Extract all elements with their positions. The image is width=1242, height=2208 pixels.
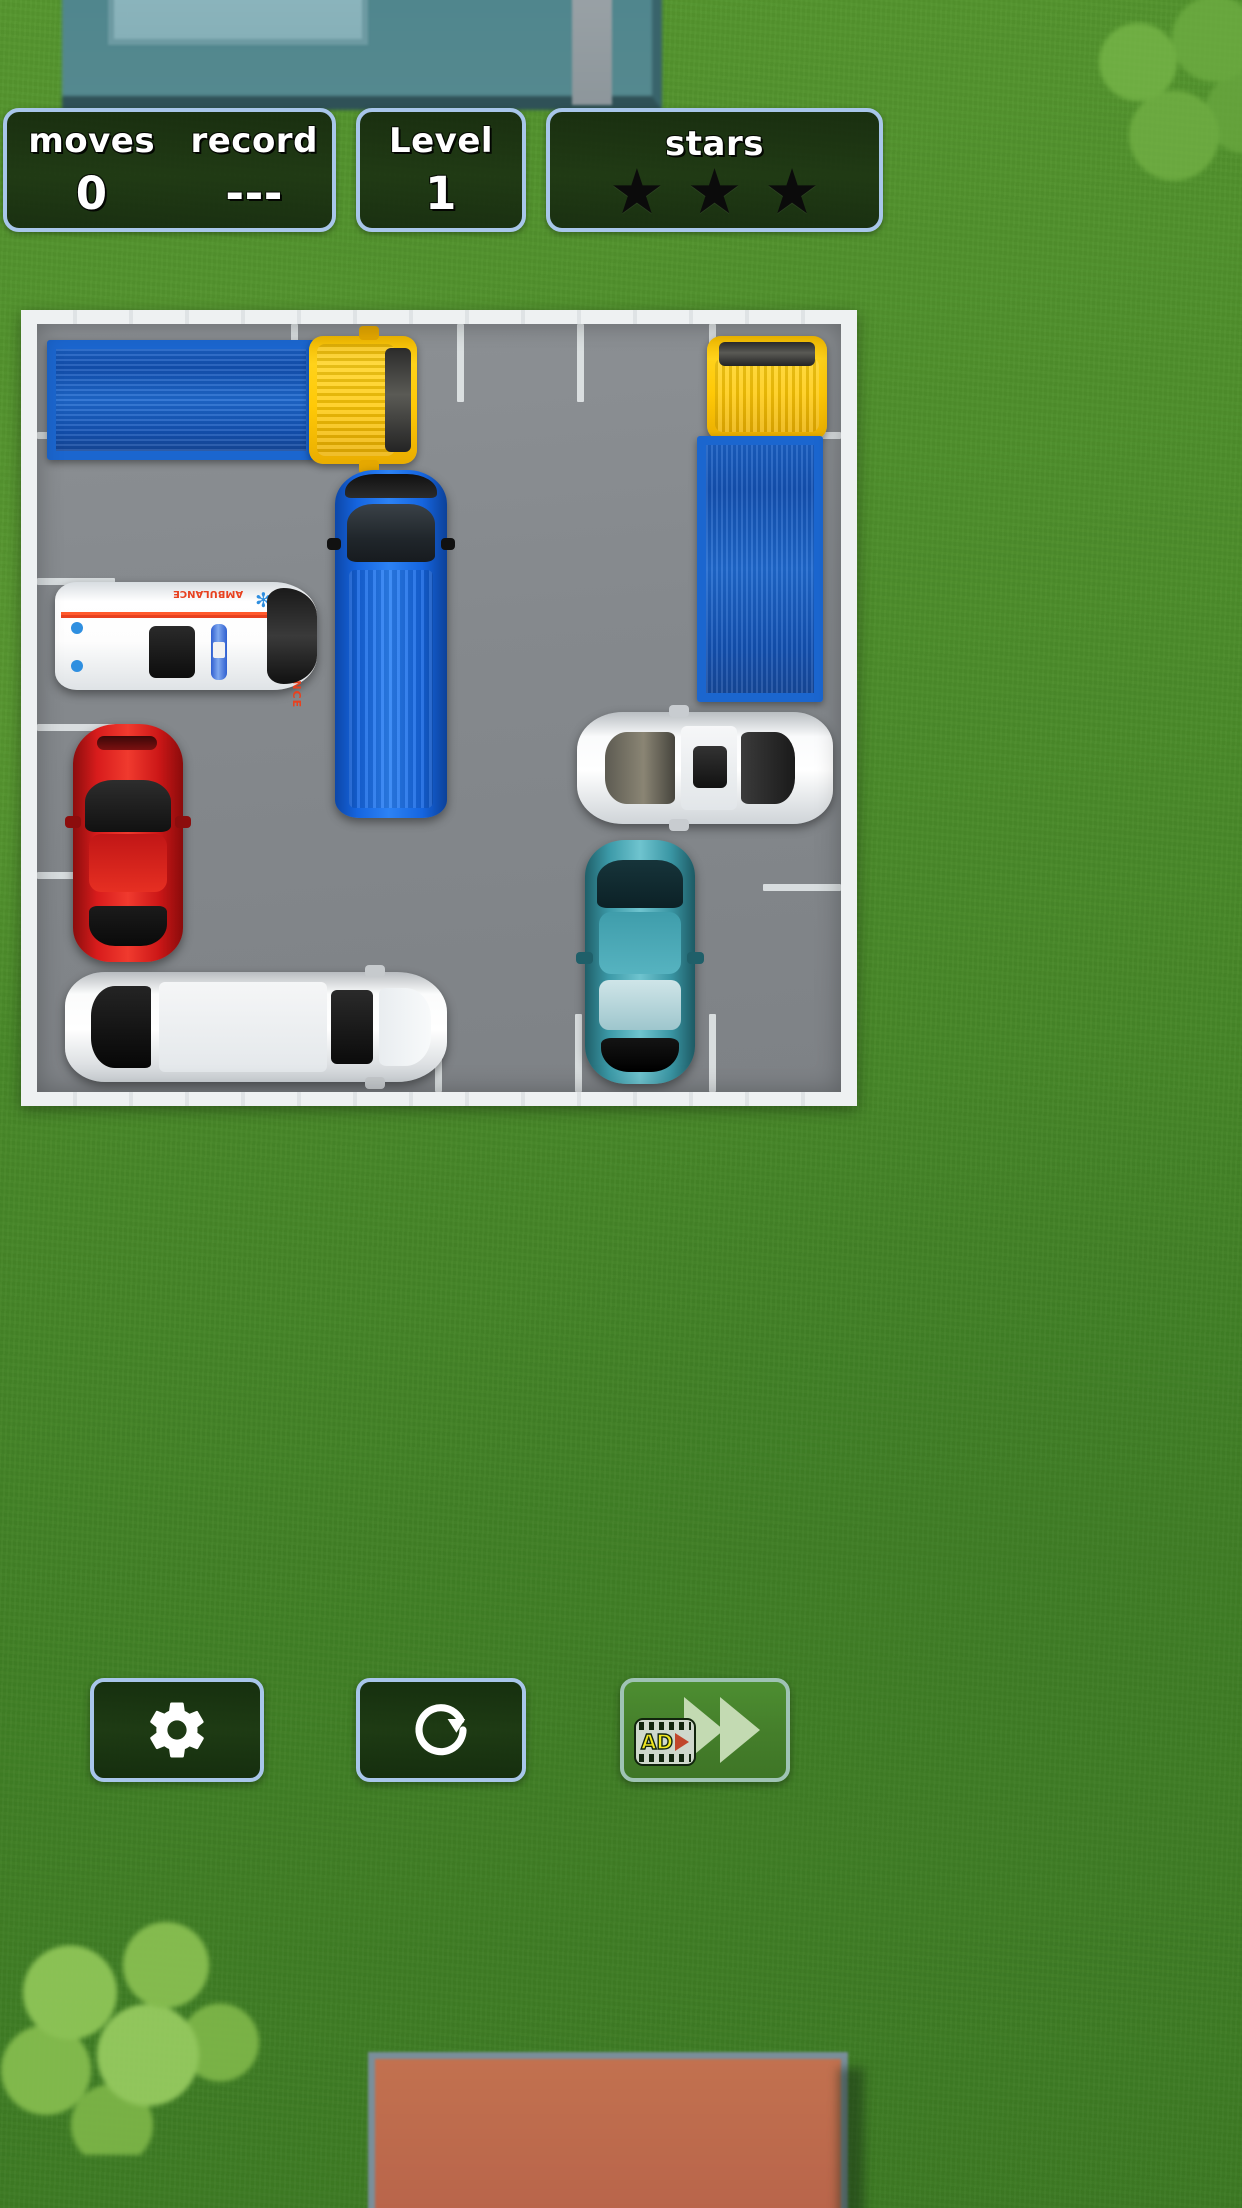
truck-trailer xyxy=(47,340,315,460)
limo-sunroof xyxy=(331,990,373,1064)
level-label: Level xyxy=(388,120,494,161)
ad-label: AD xyxy=(640,1730,674,1754)
parking-slot-mark xyxy=(575,1014,582,1092)
limo-mirror xyxy=(365,1077,385,1089)
ff-triangle xyxy=(720,1697,760,1763)
vehicle-ambulance[interactable]: AMBULANCE AMBULANCE ✻ ✻ xyxy=(55,582,317,708)
car-red-hood-vent xyxy=(97,736,157,750)
ambulance-marker-light xyxy=(71,622,83,634)
ad-play-triangle-icon xyxy=(675,1733,690,1751)
restart-icon xyxy=(415,1704,467,1756)
vehicle-sedan-white[interactable] xyxy=(577,705,833,831)
car-red-roof xyxy=(89,834,167,892)
level-panel: Level 1 xyxy=(356,108,526,232)
vehicle-truck-top-left[interactable] xyxy=(47,326,433,474)
car-red-mirror xyxy=(175,816,191,828)
cab-texture xyxy=(317,344,395,456)
gear-icon xyxy=(150,1702,204,1758)
bottom-building-shadow xyxy=(838,2068,864,2208)
ambulance-red-stripe xyxy=(61,612,281,618)
car-red-windshield xyxy=(85,780,171,832)
ambulance-light-gap xyxy=(213,642,225,658)
skip-level-ad-button[interactable]: AD xyxy=(620,1678,790,1782)
limo-windshield xyxy=(379,988,431,1066)
sedan-windshield xyxy=(605,732,675,804)
parking-lot-playfield[interactable]: AMBULANCE AMBULANCE ✻ ✻ xyxy=(21,310,857,1106)
car-red-rear-window xyxy=(89,906,167,946)
moves-value: 0 xyxy=(75,166,108,220)
top-building-path xyxy=(572,0,612,105)
van-windshield xyxy=(347,504,435,562)
record-value: --- xyxy=(225,166,283,220)
restart-button[interactable] xyxy=(356,1678,526,1782)
ad-badge-icon: AD xyxy=(634,1718,696,1766)
sedan-rear-window xyxy=(741,732,795,804)
ambulance-windshield xyxy=(267,588,317,684)
car-teal-roof xyxy=(599,912,681,974)
stars-row: ★ ★ ★ xyxy=(609,154,820,228)
record-stat: record --- xyxy=(176,121,332,220)
truck-cab xyxy=(707,336,827,440)
vehicle-car-red[interactable] xyxy=(65,724,191,962)
car-teal-mirror xyxy=(576,952,593,964)
sedan-mirror xyxy=(669,819,689,831)
car-teal-front-glass xyxy=(601,1038,679,1072)
truck-trailer xyxy=(697,436,823,702)
limo-rear-window xyxy=(91,986,151,1068)
cab-mirror xyxy=(359,326,379,340)
trailer-texture xyxy=(56,349,306,451)
truck-cab xyxy=(309,326,417,474)
moves-stat: moves 0 xyxy=(7,121,176,220)
sedan-sunroof xyxy=(693,746,727,788)
van-mirror xyxy=(327,538,341,550)
cab-windshield xyxy=(719,342,815,366)
star-icon: ★ xyxy=(609,154,665,228)
van-mirror xyxy=(441,538,455,550)
van-front-bumper xyxy=(345,474,437,498)
vehicle-limo-white[interactable] xyxy=(65,965,447,1089)
ambulance-text-mirrored: AMBULANCE xyxy=(173,588,244,599)
limo-roof xyxy=(159,982,327,1072)
cab-windshield xyxy=(385,348,411,452)
star-icon: ★ xyxy=(764,154,820,228)
ambulance-window xyxy=(149,626,195,678)
star-icon: ★ xyxy=(686,154,743,228)
lot-surface[interactable]: AMBULANCE AMBULANCE ✻ ✻ xyxy=(37,324,841,1092)
car-teal-windshield-band xyxy=(599,980,681,1030)
limo-mirror xyxy=(365,965,385,977)
parking-slot-mark xyxy=(577,324,584,402)
trailer-texture xyxy=(706,445,814,693)
record-label: record xyxy=(190,120,318,161)
hud-bar: moves 0 record --- Level 1 stars ★ ★ ★ xyxy=(0,108,1242,232)
moves-record-panel: moves 0 record --- xyxy=(3,108,336,232)
sedan-mirror xyxy=(669,705,689,717)
car-teal-rear-window xyxy=(597,860,683,908)
settings-button[interactable] xyxy=(90,1678,264,1782)
level-value: 1 xyxy=(425,166,457,220)
bottom-toolbar: AD xyxy=(0,1678,1242,1798)
car-red-mirror xyxy=(65,816,81,828)
bush-bottom-left xyxy=(0,1905,280,2155)
parking-slot-mark xyxy=(763,884,841,891)
moves-label: moves xyxy=(28,120,156,161)
top-building-pool xyxy=(108,0,368,45)
car-teal-mirror xyxy=(687,952,704,964)
vehicle-car-teal[interactable] xyxy=(576,840,704,1084)
stars-panel: stars ★ ★ ★ xyxy=(546,108,883,232)
van-cargo-texture xyxy=(349,570,433,808)
ambulance-marker-light xyxy=(71,660,83,672)
cab-texture xyxy=(715,358,819,432)
parking-slot-mark xyxy=(709,1014,716,1092)
bottom-building xyxy=(368,2052,848,2208)
vehicle-truck-right[interactable] xyxy=(697,336,833,704)
vehicle-van-blue[interactable] xyxy=(327,470,455,818)
parking-slot-mark xyxy=(457,324,464,402)
